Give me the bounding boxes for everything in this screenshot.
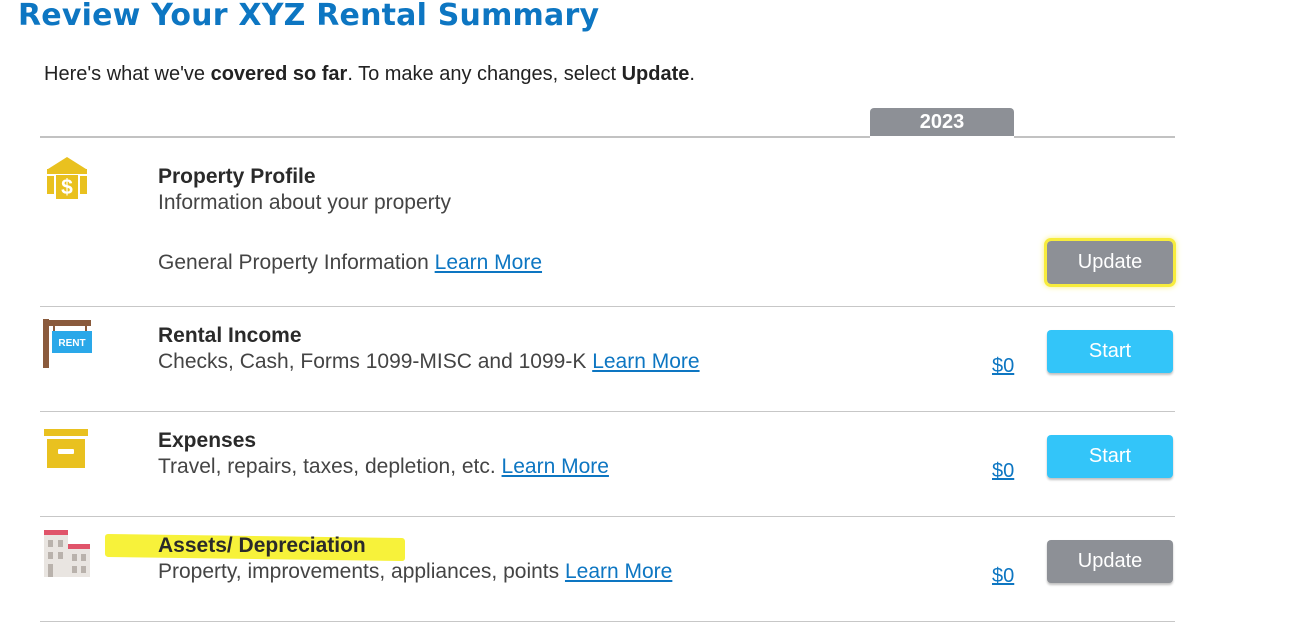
start-button[interactable]: Start xyxy=(1047,435,1173,478)
table-top-divider xyxy=(40,136,1175,138)
learn-more-link[interactable]: Learn More xyxy=(502,455,609,478)
row-description: Checks, Cash, Forms 1099-MISC and 1099-K… xyxy=(158,350,700,373)
row-divider xyxy=(40,306,1175,307)
row-divider xyxy=(40,516,1175,517)
learn-more-link[interactable]: Learn More xyxy=(592,350,699,373)
row-subtext: General Property Information Learn More xyxy=(158,251,543,274)
expenses-box-icon xyxy=(44,429,88,468)
learn-more-link[interactable]: Learn More xyxy=(435,251,542,274)
year-column-tab: 2023 xyxy=(870,108,1014,136)
rent-sign-icon: RENT xyxy=(43,319,92,368)
amount-link[interactable]: $0 xyxy=(992,565,1014,588)
property-dollar-icon: $ xyxy=(47,157,87,199)
row-title: Expenses xyxy=(158,429,257,452)
row-description: Property, improvements, appliances, poin… xyxy=(158,560,673,583)
row-title: Assets/ Depreciation xyxy=(158,534,366,557)
amount-link[interactable]: $0 xyxy=(992,460,1014,483)
page-title: Review Your XYZ Rental Summary xyxy=(18,0,600,33)
learn-more-link[interactable]: Learn More xyxy=(565,560,672,583)
amount-link[interactable]: $0 xyxy=(992,355,1014,378)
row-title: Rental Income xyxy=(158,324,302,347)
row-title: Property Profile xyxy=(158,165,316,188)
intro-text: Here's what we've covered so far. To mak… xyxy=(44,63,695,85)
row-divider xyxy=(40,411,1175,412)
svg-text:RENT: RENT xyxy=(58,338,85,349)
row-description: Information about your property xyxy=(158,191,451,214)
update-button[interactable]: Update xyxy=(1047,540,1173,583)
buildings-icon xyxy=(44,530,90,577)
row-description: Travel, repairs, taxes, depletion, etc. … xyxy=(158,455,609,478)
svg-text:$: $ xyxy=(61,176,73,199)
start-button[interactable]: Start xyxy=(1047,330,1173,373)
update-button[interactable]: Update xyxy=(1044,238,1176,287)
row-divider xyxy=(40,621,1175,622)
